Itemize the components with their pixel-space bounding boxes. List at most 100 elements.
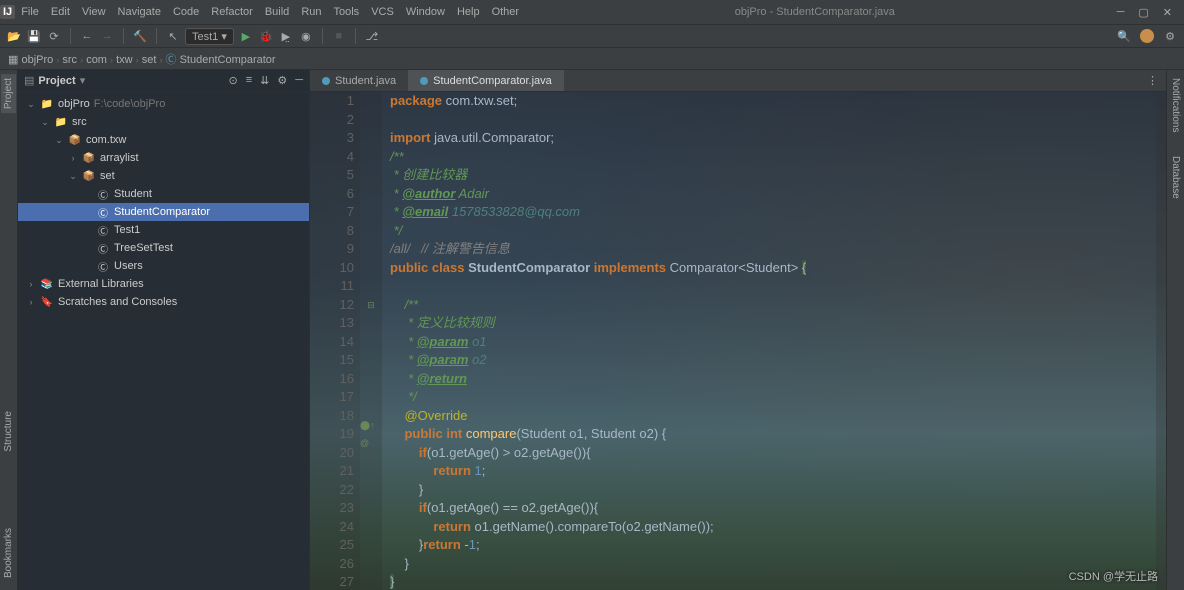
editor-tab[interactable]: StudentComparator.java [408, 70, 564, 91]
sync-icon[interactable]: ⟳ [46, 28, 62, 44]
breadcrumb-segment[interactable]: src [62, 54, 77, 66]
line-number[interactable]: 3 [310, 129, 354, 148]
tree-node[interactable]: ⒸTreeSetTest [18, 239, 309, 257]
code-line[interactable]: if(o1.getAge() > o2.getAge()){ [390, 444, 1156, 463]
line-number[interactable]: 21 [310, 462, 354, 481]
code-line[interactable]: public class StudentComparator implement… [390, 259, 1156, 278]
line-number[interactable]: 17 [310, 388, 354, 407]
maximize-button[interactable]: ▢ [1138, 6, 1148, 19]
forward-icon[interactable]: → [99, 28, 115, 44]
code-line[interactable]: */ [390, 222, 1156, 241]
line-number[interactable]: 10 [310, 259, 354, 278]
line-number[interactable]: 20 [310, 444, 354, 463]
tool-tab-structure[interactable]: Structure [1, 407, 16, 456]
menu-edit[interactable]: Edit [45, 6, 76, 18]
gutter-mark[interactable] [360, 462, 382, 481]
code-line[interactable] [390, 111, 1156, 130]
line-number[interactable]: 8 [310, 222, 354, 241]
tree-node[interactable]: ⌄📦com.txw [18, 131, 309, 149]
code-line[interactable]: public int compare(Student o1, Student o… [390, 425, 1156, 444]
menu-run[interactable]: Run [295, 6, 327, 18]
line-number[interactable]: 24 [310, 518, 354, 537]
code-line[interactable]: @Override [390, 407, 1156, 426]
code-line[interactable]: * @return [390, 370, 1156, 389]
code-line[interactable]: }return -1; [390, 536, 1156, 555]
code-line[interactable]: } [390, 573, 1156, 590]
line-number[interactable]: 16 [310, 370, 354, 389]
gutter-mark[interactable] [360, 166, 382, 185]
line-number[interactable]: 18 [310, 407, 354, 426]
save-icon[interactable]: 💾 [26, 28, 42, 44]
gutter-mark[interactable] [360, 148, 382, 167]
code-line[interactable]: package com.txw.set; [390, 92, 1156, 111]
gutter-mark[interactable]: ⬤↑ @ [360, 425, 382, 444]
menu-refactor[interactable]: Refactor [205, 6, 259, 18]
code-line[interactable]: return o1.getName().compareTo(o2.getName… [390, 518, 1156, 537]
open-icon[interactable]: 📂 [6, 28, 22, 44]
code-line[interactable]: /** [390, 296, 1156, 315]
gutter-marks[interactable]: ⊟ ⬤↑ @ [360, 92, 382, 590]
line-number[interactable]: 19 [310, 425, 354, 444]
gutter-mark[interactable] [360, 203, 382, 222]
line-number[interactable]: 5 [310, 166, 354, 185]
run-icon[interactable]: ▶ [238, 28, 254, 44]
code-line[interactable]: return 1; [390, 462, 1156, 481]
line-number[interactable]: 11 [310, 277, 354, 296]
breadcrumb-segment[interactable]: Ⓒ StudentComparator [166, 54, 276, 66]
tree-node[interactable]: ⒸStudentComparator [18, 203, 309, 221]
debug-icon[interactable]: 🐞 [258, 28, 274, 44]
project-tree[interactable]: ⌄📁objPro F:\code\objPro⌄📁src⌄📦com.txw›📦a… [18, 92, 309, 590]
stop-icon[interactable]: ■ [331, 28, 347, 44]
line-number[interactable]: 15 [310, 351, 354, 370]
gutter-mark[interactable] [360, 481, 382, 500]
menu-code[interactable]: Code [167, 6, 205, 18]
menu-tools[interactable]: Tools [328, 6, 366, 18]
menu-other[interactable]: Other [486, 6, 526, 18]
menu-vcs[interactable]: VCS [365, 6, 400, 18]
code-line[interactable]: * 定义比较规则 [390, 314, 1156, 333]
breadcrumb-segment[interactable]: com [86, 54, 107, 66]
code-line[interactable]: */ [390, 388, 1156, 407]
code-line[interactable]: * 创建比较器 [390, 166, 1156, 185]
tree-node[interactable]: ⒸUsers [18, 257, 309, 275]
line-number-gutter[interactable]: 1234567891011121314151617181920212223242… [310, 92, 360, 590]
tool-tab-notifications[interactable]: Notifications [1168, 74, 1183, 136]
gutter-mark[interactable] [360, 185, 382, 204]
menu-file[interactable]: File [15, 6, 45, 18]
tree-node[interactable]: ⌄📁src [18, 113, 309, 131]
code-line[interactable]: if(o1.getAge() == o2.getAge()){ [390, 499, 1156, 518]
line-number[interactable]: 7 [310, 203, 354, 222]
tree-node[interactable]: ⌄📦set [18, 167, 309, 185]
build-icon[interactable]: 🔨 [132, 28, 148, 44]
line-number[interactable]: 26 [310, 555, 354, 574]
code-line[interactable]: * @param o1 [390, 333, 1156, 352]
line-number[interactable]: 9 [310, 240, 354, 259]
profile-icon[interactable]: ◉ [298, 28, 314, 44]
gutter-mark[interactable] [360, 518, 382, 537]
back-icon[interactable]: ← [79, 28, 95, 44]
tree-node[interactable]: ›🔖Scratches and Consoles [18, 293, 309, 311]
code-line[interactable]: /** [390, 148, 1156, 167]
minimize-button[interactable]: ─ [1117, 6, 1125, 19]
sidebar-toggle-icon[interactable]: ▤ [24, 74, 34, 87]
code-line[interactable]: } [390, 555, 1156, 574]
hide-sidebar-icon[interactable]: ─ [295, 74, 303, 87]
code-line[interactable]: } [390, 481, 1156, 500]
code-line[interactable]: import java.util.Comparator; [390, 129, 1156, 148]
gutter-mark[interactable] [360, 536, 382, 555]
code-line[interactable]: * @author Adair [390, 185, 1156, 204]
gutter-mark[interactable]: ⊟ [360, 296, 382, 315]
code-line[interactable] [390, 277, 1156, 296]
code-text[interactable]: package com.txw.set; import java.util.Com… [382, 92, 1156, 590]
gutter-mark[interactable] [360, 129, 382, 148]
gutter-mark[interactable] [360, 259, 382, 278]
tool-tab-bookmarks[interactable]: Bookmarks [1, 524, 16, 582]
tool-tab-database[interactable]: Database [1168, 152, 1183, 203]
gutter-mark[interactable] [360, 111, 382, 130]
select-opened-icon[interactable]: ⊙ [228, 74, 237, 87]
gutter-mark[interactable] [360, 277, 382, 296]
run-configuration-select[interactable]: Test1 ▾ [185, 28, 234, 45]
gutter-mark[interactable] [360, 240, 382, 259]
line-number[interactable]: 22 [310, 481, 354, 500]
line-number[interactable]: 1 [310, 92, 354, 111]
